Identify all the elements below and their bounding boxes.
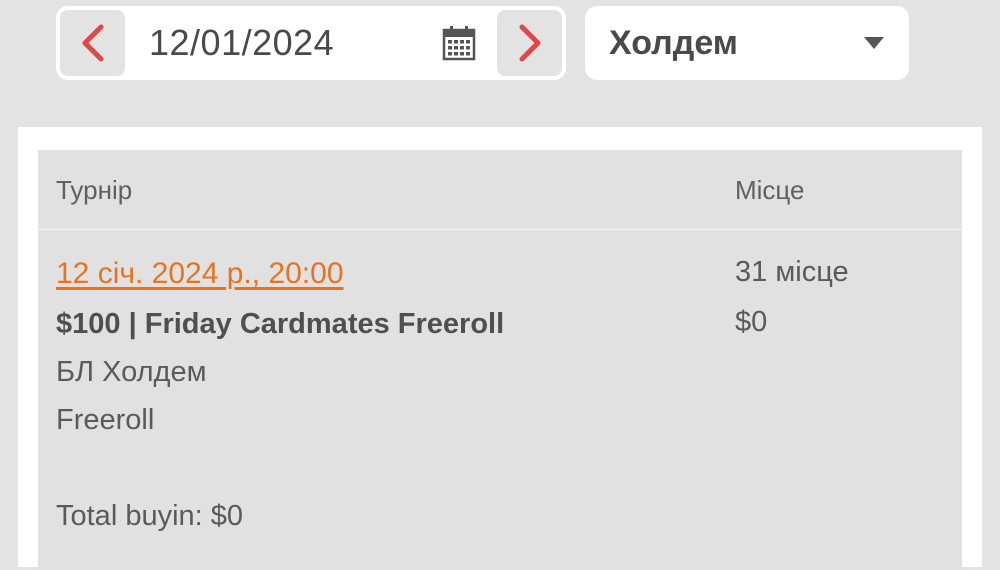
tournament-buyin-type: Freeroll [56,404,155,436]
tournament-date-link[interactable]: 12 січ. 2024 р., 20:00 [56,254,344,294]
finish-place: 31 місце [735,256,849,288]
date-picker: 12/01/2024 [56,6,566,80]
place-cell: 31 місце $0 [735,252,849,342]
date-value[interactable]: 12/01/2024 [125,22,439,64]
table-header: Турнір Місце [38,150,962,230]
tournament-cell: 12 січ. 2024 р., 20:00 $100 | Friday Car… [56,254,696,536]
game-type-select[interactable]: Холдем [585,6,909,80]
table-row: 12 січ. 2024 р., 20:00 $100 | Friday Car… [38,230,962,570]
chevron-right-icon [519,24,540,62]
tournament-name: $100 | Friday Cardmates Freeroll [56,308,505,340]
place-column-header: Місце [735,175,805,205]
calendar-icon [442,26,476,61]
game-type-selected: Холдем [609,23,738,62]
tournament-total-buyin: Total buyin: $0 [56,500,244,532]
tournament-game-type: БЛ Холдем [56,356,207,388]
results-table: Турнір Місце 12 січ. 2024 р., 20:00 $100… [38,150,962,570]
previous-date-button[interactable] [60,10,125,76]
chevron-left-icon [82,24,103,62]
results-panel: Турнір Місце 12 січ. 2024 р., 20:00 $100… [18,127,982,570]
tournament-column-header: Турнір [56,175,133,205]
next-date-button[interactable] [497,10,562,76]
calendar-button[interactable] [439,23,479,63]
prize-amount: $0 [735,306,768,338]
caret-down-icon [864,37,884,49]
